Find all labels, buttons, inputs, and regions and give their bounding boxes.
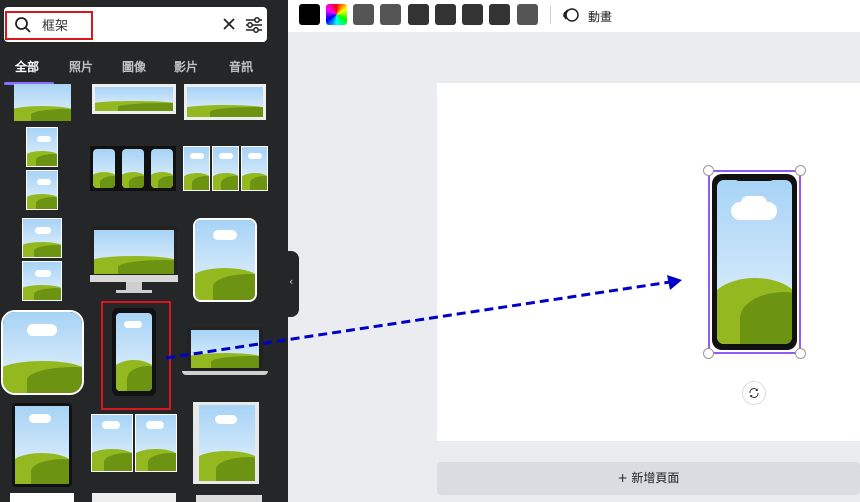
frame-thumbnail[interactable] bbox=[90, 146, 176, 191]
frame-thumbnail[interactable] bbox=[184, 84, 266, 120]
resize-handle-bottom-right[interactable] bbox=[795, 348, 806, 359]
close-icon[interactable] bbox=[220, 15, 238, 33]
color-swatch[interactable] bbox=[380, 4, 401, 25]
frame-thumbnail[interactable] bbox=[92, 493, 176, 502]
color-swatch[interactable] bbox=[489, 4, 510, 25]
color-swatch[interactable] bbox=[408, 4, 429, 25]
resize-handle-top-right[interactable] bbox=[795, 165, 806, 176]
frame-thumbnail[interactable] bbox=[24, 127, 60, 211]
panel-collapse-handle[interactable]: ‹ bbox=[287, 251, 299, 317]
color-swatch-black[interactable] bbox=[299, 4, 320, 25]
color-swatch[interactable] bbox=[462, 4, 483, 25]
tab-photos[interactable]: 照片 bbox=[64, 58, 98, 75]
phone-frame-body bbox=[712, 174, 797, 350]
toolbar-divider bbox=[550, 6, 551, 24]
resize-handle-bottom-left[interactable] bbox=[703, 348, 714, 359]
rounded-frame-thumbnail[interactable] bbox=[1, 310, 84, 395]
frame-thumbnail[interactable] bbox=[196, 495, 262, 502]
frame-thumbnail[interactable] bbox=[91, 414, 177, 474]
frame-thumbnail[interactable] bbox=[20, 218, 64, 302]
laptop-frame-thumbnail[interactable] bbox=[182, 327, 268, 377]
chevron-left-icon: ‹ bbox=[289, 275, 294, 288]
search-highlight-box bbox=[5, 11, 93, 40]
color-swatch[interactable] bbox=[517, 4, 538, 25]
add-page-button[interactable]: + 新增頁面 bbox=[437, 462, 860, 495]
monitor-frame-thumbnail[interactable] bbox=[90, 226, 178, 296]
rotate-icon bbox=[749, 388, 759, 398]
phone-frame-selected[interactable] bbox=[708, 170, 801, 354]
animate-button[interactable]: 動畫 bbox=[588, 8, 612, 25]
tab-graphics[interactable]: 圖像 bbox=[117, 58, 151, 75]
top-toolbar: 動畫 bbox=[288, 0, 860, 32]
frame-thumbnail[interactable] bbox=[92, 84, 176, 114]
category-tabs: 全部 照片 圖像 影片 音訊 bbox=[0, 52, 288, 85]
tab-all[interactable]: 全部 bbox=[10, 58, 44, 75]
filter-sliders-icon[interactable] bbox=[244, 15, 264, 35]
frame-thumbnail[interactable] bbox=[183, 146, 268, 191]
color-picker-rainbow[interactable] bbox=[326, 4, 347, 25]
color-swatch[interactable] bbox=[435, 4, 456, 25]
phone-frame-highlight-box bbox=[101, 301, 171, 410]
resize-handle-top-left[interactable] bbox=[703, 165, 714, 176]
rotate-button[interactable] bbox=[742, 381, 766, 405]
frame-thumbnail[interactable] bbox=[10, 493, 74, 502]
book-frame-thumbnail[interactable] bbox=[193, 402, 259, 484]
tablet-frame-thumbnail[interactable] bbox=[12, 403, 72, 487]
tab-audio[interactable]: 音訊 bbox=[224, 58, 258, 75]
animate-icon[interactable] bbox=[562, 6, 580, 24]
color-swatch[interactable] bbox=[353, 4, 374, 25]
frame-thumbnail[interactable] bbox=[14, 84, 71, 121]
elements-panel: 全部 照片 圖像 影片 音訊 bbox=[0, 0, 288, 502]
phone-screen-image bbox=[717, 180, 792, 344]
phone-notch bbox=[734, 174, 775, 181]
tab-videos[interactable]: 影片 bbox=[169, 58, 203, 75]
frame-thumbnail[interactable] bbox=[193, 218, 257, 302]
